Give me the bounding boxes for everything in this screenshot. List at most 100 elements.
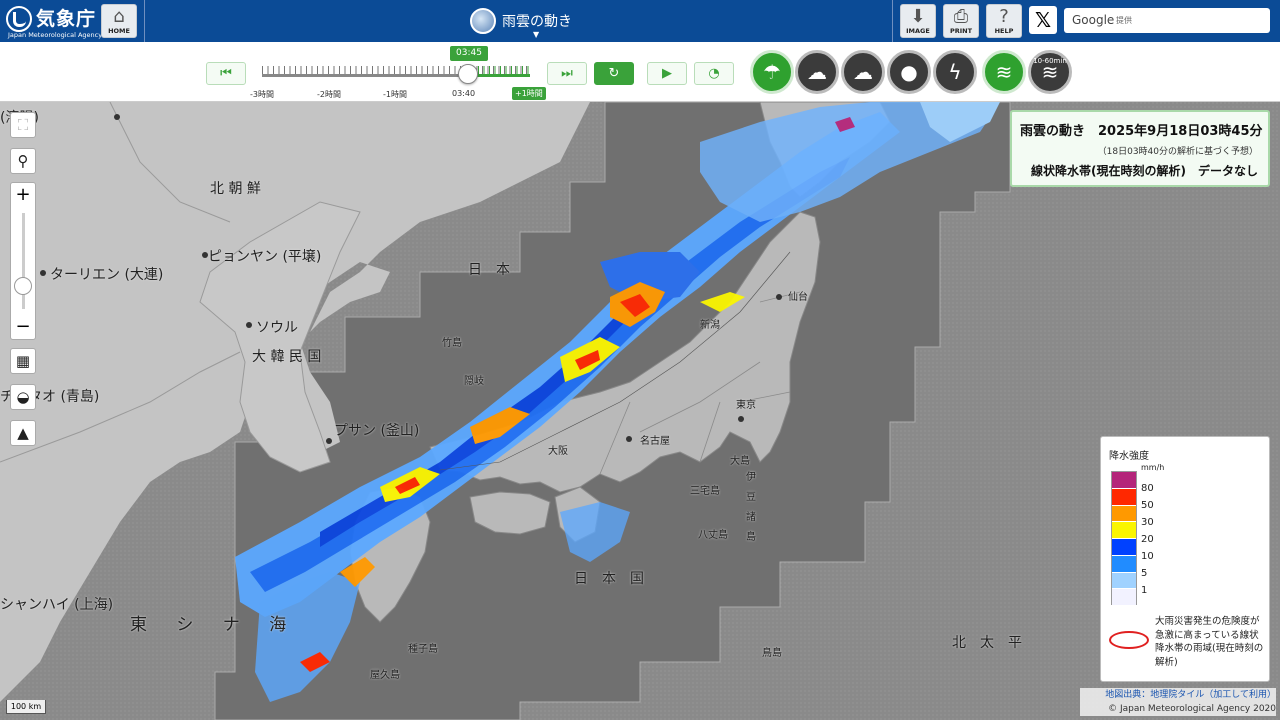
layer-rain-band-button[interactable]: ≋ bbox=[982, 50, 1026, 94]
map-label: 三宅島 bbox=[690, 486, 720, 497]
layer-rain-cloud-button[interactable]: ☂ bbox=[750, 50, 794, 94]
time-tick-label: -1時間 bbox=[383, 90, 407, 99]
home-button[interactable]: ⌂ HOME bbox=[101, 4, 137, 38]
map-type-button[interactable]: ▦ bbox=[10, 348, 36, 374]
x-share-button[interactable]: 𝕏 bbox=[1029, 6, 1057, 34]
radar-map[interactable]: 北 朝 鮮 ピョンヤン (平壌) ターリエン (大連) ソウル 大 韓 民 国 … bbox=[0, 102, 1280, 720]
legend-value: 80 bbox=[1141, 483, 1154, 494]
city-marker bbox=[626, 436, 632, 442]
download-icon: ⬇ bbox=[910, 6, 926, 27]
legend-swatch bbox=[1112, 505, 1136, 523]
current-time-badge: 03:45 bbox=[450, 46, 488, 61]
print-button[interactable]: ⎙ PRINT bbox=[943, 4, 979, 38]
layer-rain-band-forecast-button[interactable]: 10-60min ≋ bbox=[1028, 50, 1072, 94]
skip-to-start-button[interactable]: ⏮ bbox=[206, 62, 246, 85]
time-tick-label: -2時間 bbox=[317, 90, 341, 99]
slider-knob[interactable] bbox=[458, 64, 478, 84]
map-label: 日 本 bbox=[468, 262, 510, 278]
help-button[interactable]: ? HELP bbox=[986, 4, 1022, 38]
legend-color-bar bbox=[1111, 471, 1137, 606]
map-label: 伊 豆 諸 島 bbox=[746, 472, 756, 543]
map-icon: ▦ bbox=[15, 352, 31, 370]
map-label: 大 韓 民 国 bbox=[252, 349, 322, 365]
home-button-label: HOME bbox=[108, 27, 130, 35]
legend-value: 20 bbox=[1141, 534, 1154, 545]
map-scale: 100 km bbox=[6, 700, 46, 714]
water-drop-icon: ◒ bbox=[16, 388, 30, 406]
rain-cloud-icon: ☂ bbox=[763, 60, 781, 84]
map-label: ソウル bbox=[256, 320, 298, 336]
logo-text: 気象庁 bbox=[36, 8, 97, 30]
map-label: 屋久島 bbox=[370, 670, 400, 681]
layer-raindrop-button[interactable]: ● bbox=[887, 50, 931, 94]
rain-band-ellipse-icon bbox=[1109, 631, 1149, 649]
layer-thunder-cloud-button[interactable]: ☁ bbox=[795, 50, 839, 94]
time-slider[interactable]: 03:45 -3時間 -2時間 -1時間 03:40 +1時間 bbox=[250, 46, 552, 102]
city-marker bbox=[202, 252, 208, 258]
print-button-label: PRINT bbox=[949, 27, 973, 35]
skip-to-end-button[interactable]: ⏭ bbox=[547, 62, 587, 85]
google-search-input[interactable]: Google 提供 bbox=[1064, 8, 1270, 33]
skip-forward-icon: ⏭ bbox=[561, 66, 573, 81]
question-icon: ? bbox=[999, 6, 1009, 27]
copyright-text: © Japan Meteorological Agency 2020 bbox=[1080, 702, 1276, 716]
location-button[interactable]: ⚲ bbox=[10, 148, 36, 174]
terrain-button[interactable]: ▲ bbox=[10, 420, 36, 446]
legend-swatch bbox=[1112, 522, 1136, 539]
legend-swatch bbox=[1112, 572, 1136, 590]
zoom-slider-knob[interactable] bbox=[14, 277, 32, 295]
speedometer-icon: ◔ bbox=[708, 66, 720, 81]
map-label: 東京 bbox=[736, 400, 756, 411]
legend-value: 5 bbox=[1141, 568, 1148, 579]
google-logo: Google bbox=[1072, 13, 1115, 27]
speed-button[interactable]: ◔ bbox=[694, 62, 734, 85]
map-label: 大阪 bbox=[548, 446, 568, 457]
google-provided-label: 提供 bbox=[1116, 16, 1132, 25]
thunder-cloud-icon: ☁ bbox=[807, 60, 827, 84]
logo-subtitle: Japan Meteorological Agency bbox=[8, 31, 103, 39]
status-info-panel: 雨雲の動き 2025年9月18日03時45分 （18日03時40分の解析に基づく… bbox=[1010, 110, 1270, 187]
city-marker bbox=[326, 438, 332, 444]
header-divider bbox=[892, 0, 893, 42]
image-save-button[interactable]: ⬇ IMAGE bbox=[900, 4, 936, 38]
help-button-label: HELP bbox=[994, 27, 1014, 35]
map-label: 隠岐 bbox=[464, 376, 484, 387]
rain-band-description: 大雨災害発生の危険度が急激に高まっている線状降水帯の雨域(現在時刻の解析) bbox=[1155, 616, 1264, 668]
refresh-icon: ↻ bbox=[608, 66, 620, 81]
attribution-link[interactable]: 地図出典：地理院タイル（加工して利用） bbox=[1080, 688, 1276, 702]
legend-value: 10 bbox=[1141, 551, 1154, 562]
water-layer-button[interactable]: ◒ bbox=[10, 384, 36, 410]
map-label: 種子島 bbox=[408, 644, 438, 655]
precipitation-legend: 降水強度 mm/h 80 50 30 20 10 5 1 大雨災害発生の危険度が… bbox=[1100, 436, 1270, 682]
legend-swatch bbox=[1112, 472, 1136, 489]
header-bar: 気象庁 Japan Meteorological Agency ⌂ HOME 雨… bbox=[0, 0, 1280, 42]
legend-swatch bbox=[1112, 555, 1136, 573]
zoom-out-button[interactable]: − bbox=[11, 315, 35, 339]
layer-tornado-button[interactable]: ☁ bbox=[841, 50, 885, 94]
time-tick-label: 03:40 bbox=[452, 89, 476, 98]
play-button[interactable]: ▶ bbox=[647, 62, 687, 85]
app-root: 気象庁 Japan Meteorological Agency ⌂ HOME 雨… bbox=[0, 0, 1280, 720]
jma-logo[interactable]: 気象庁 Japan Meteorological Agency bbox=[6, 4, 102, 39]
map-label: 北 朝 鮮 bbox=[210, 181, 261, 197]
zoom-in-button[interactable]: + bbox=[11, 183, 35, 207]
tornado-cloud-icon: ☁ bbox=[853, 60, 873, 84]
printer-icon: ⎙ bbox=[953, 6, 969, 27]
rain-band-forecast-caption: 10-60min bbox=[1033, 57, 1067, 65]
mountain-icon: ▲ bbox=[17, 424, 29, 442]
map-label: 鳥島 bbox=[762, 648, 782, 659]
city-marker bbox=[114, 114, 120, 120]
legend-swatch bbox=[1112, 539, 1136, 556]
skip-back-icon: ⏮ bbox=[220, 66, 232, 81]
rain-band-icon: ≋ bbox=[995, 60, 1013, 84]
header-divider bbox=[144, 0, 145, 42]
play-icon: ▶ bbox=[662, 66, 672, 81]
map-label: 大島 bbox=[730, 456, 750, 467]
refresh-latest-button[interactable]: ↻ bbox=[594, 62, 634, 85]
zoom-control: + − bbox=[10, 182, 36, 340]
layer-lightning-button[interactable]: ϟ bbox=[933, 50, 977, 94]
globe-icon bbox=[470, 8, 496, 34]
fullscreen-button[interactable]: ⛶ bbox=[10, 112, 36, 138]
map-attribution: 地図出典：地理院タイル（加工して利用） © Japan Meteorologic… bbox=[1080, 688, 1276, 716]
map-label: ピョンヤン (平壌) bbox=[208, 249, 322, 265]
